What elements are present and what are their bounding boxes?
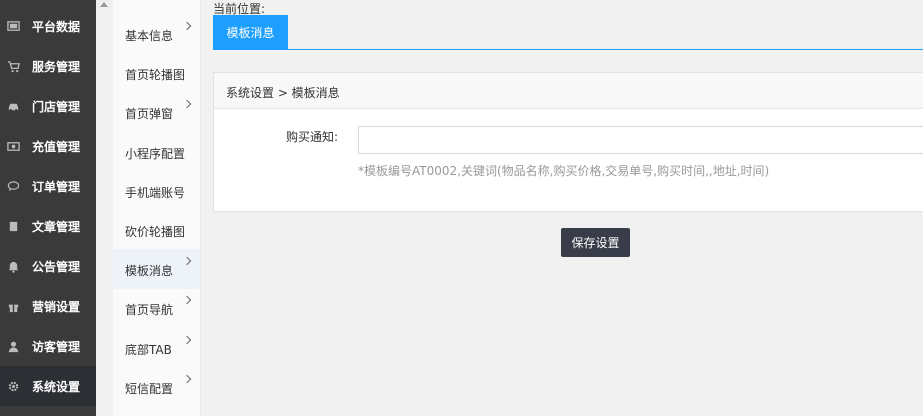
submenu-item-label: 小程序配置 [125, 147, 186, 162]
nav-item-notice[interactable]: 公告管理 [0, 246, 96, 286]
submenu-item-label: 底部TAB [125, 343, 172, 358]
nav-item-service[interactable]: 服务管理 [0, 46, 96, 86]
nav-item-recharge[interactable]: 充值管理 [0, 126, 96, 166]
submenu-item-home-carousel[interactable]: 首页轮播图 [113, 53, 200, 93]
submenu-scrollbar[interactable] [96, 0, 113, 416]
submenu-item-miniprogram[interactable]: 小程序配置 [113, 132, 200, 172]
cart-icon [6, 59, 20, 73]
submenu-item-label: 模板消息 [125, 264, 174, 279]
gear-icon [6, 379, 20, 393]
main-content: 当前位置: 模板消息 系统设置 > 模板消息 购买通知: *模板编号AT0002… [201, 0, 923, 416]
main-sidebar: 平台数据 服务管理 门店管理 充值管理 订单管理 文章管理 公告管理 营销设置 … [0, 0, 96, 416]
chevron-right-icon [182, 21, 192, 31]
nav-item-label: 服务管理 [32, 59, 81, 74]
chevron-right-icon [182, 295, 192, 305]
template-hint: *模板编号AT0002,关键词(物品名称,购买价格,交易单号,购买时间,,地址,… [358, 164, 770, 178]
submenu-item-label: 手机端账号 [125, 186, 186, 201]
submenu-item-label: 首页轮播图 [125, 68, 186, 83]
submenu-item-home-nav[interactable]: 首页导航 [113, 288, 200, 328]
purchase-notice-label: 购买通知: [286, 130, 339, 144]
submenu-item-mobile-account[interactable]: 手机端账号 [113, 171, 200, 211]
nav-item-marketing[interactable]: 营销设置 [0, 286, 96, 326]
settings-submenu: 基本信息 首页轮播图 首页弹窗 小程序配置 手机端账号 砍价轮播图 模板消息 首… [96, 0, 201, 416]
car-icon [6, 99, 20, 113]
user-icon [6, 339, 20, 353]
chevron-right-icon [182, 335, 192, 345]
submenu-item-sms-config[interactable]: 短信配置 [113, 367, 200, 407]
panel-header: 系统设置 > 模板消息 [214, 73, 923, 109]
submenu-item-home-popup[interactable]: 首页弹窗 [113, 92, 200, 132]
nav-item-order[interactable]: 订单管理 [0, 166, 96, 206]
nav-item-article[interactable]: 文章管理 [0, 206, 96, 246]
submenu-item-label: 首页导航 [125, 303, 174, 318]
nav-item-label: 营销设置 [32, 299, 81, 314]
nav-item-label: 订单管理 [32, 179, 81, 194]
book-icon [6, 219, 20, 233]
nav-item-label: 公告管理 [32, 259, 81, 274]
chevron-right-icon [182, 256, 192, 266]
tab-template-message[interactable]: 模板消息 [213, 15, 288, 49]
settings-panel: 系统设置 > 模板消息 购买通知: *模板编号AT0002,关键词(物品名称,购… [213, 72, 923, 212]
gift-icon [6, 299, 20, 313]
submenu-item-label: 短信配置 [125, 382, 174, 397]
purchase-notice-input[interactable] [358, 126, 923, 154]
scroll-up-arrow-icon[interactable] [100, 2, 108, 7]
nav-item-label: 充值管理 [32, 139, 81, 154]
nav-item-label: 系统设置 [32, 379, 81, 394]
submenu-item-basic-info[interactable]: 基本信息 [113, 14, 200, 54]
comment-icon [6, 179, 20, 193]
nav-item-label: 平台数据 [32, 19, 81, 34]
nav-item-platform-data[interactable]: 平台数据 [0, 6, 96, 46]
breadcrumb: 系统设置 > 模板消息 [226, 86, 340, 100]
bell-icon [6, 259, 20, 273]
submenu-item-label: 基本信息 [125, 29, 174, 44]
nav-item-label: 文章管理 [32, 219, 81, 234]
submenu-item-bottom-tab[interactable]: 底部TAB [113, 328, 200, 368]
nav-item-system-settings[interactable]: 系统设置 [0, 366, 96, 406]
monitor-icon [6, 19, 20, 33]
submenu-item-label: 砍价轮播图 [125, 225, 186, 240]
nav-item-visitor[interactable]: 访客管理 [0, 326, 96, 366]
submenu-item-bargain-carousel[interactable]: 砍价轮播图 [113, 210, 200, 250]
submenu-item-template-message[interactable]: 模板消息 [113, 249, 200, 289]
money-icon [6, 139, 20, 153]
tab-bar: 模板消息 [213, 15, 923, 50]
nav-item-label: 访客管理 [32, 339, 81, 354]
nav-item-store[interactable]: 门店管理 [0, 86, 96, 126]
nav-item-label: 门店管理 [32, 99, 81, 114]
chevron-right-icon [182, 99, 192, 109]
submenu-item-label: 首页弹窗 [125, 107, 174, 122]
save-settings-button[interactable]: 保存设置 [561, 228, 630, 257]
chevron-right-icon [182, 374, 192, 384]
